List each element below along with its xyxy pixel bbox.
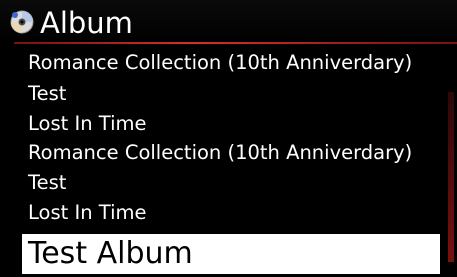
list-item[interactable]: Test <box>28 168 66 198</box>
album-name-input[interactable]: Test Album <box>22 234 440 274</box>
title-divider <box>14 42 457 44</box>
album-screen: Album Romance Collection (10th Anniverda… <box>0 0 457 277</box>
list-item[interactable]: Lost In Time <box>28 109 147 139</box>
scrollbar[interactable] <box>448 92 454 262</box>
album-list: Romance Collection (10th Anniverdary) Te… <box>0 48 446 232</box>
title-bar: Album <box>0 0 457 44</box>
scrollbar-thumb[interactable] <box>448 92 454 262</box>
list-item[interactable]: Romance Collection (10th Anniverdary) <box>28 48 412 78</box>
list-item[interactable]: Lost In Time <box>28 198 147 228</box>
cd-disc-icon <box>10 10 34 34</box>
page-title: Album <box>40 6 133 40</box>
list-item[interactable]: Romance Collection (10th Anniverdary) <box>28 138 412 168</box>
list-item[interactable]: Test <box>28 79 66 109</box>
